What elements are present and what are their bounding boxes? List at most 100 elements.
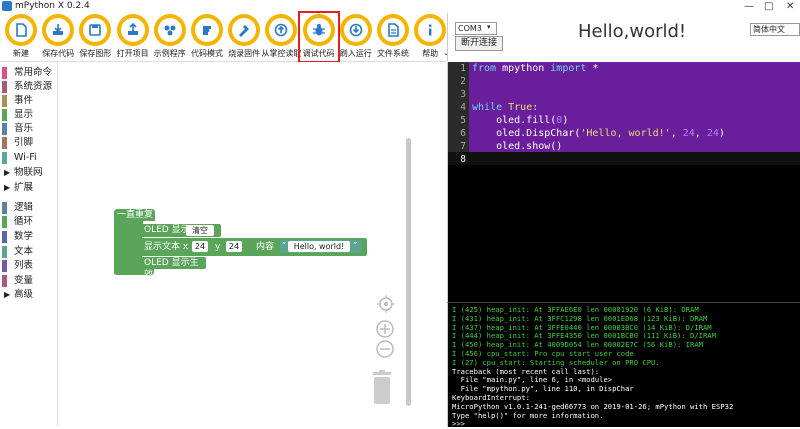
category-color-swatch — [2, 216, 7, 228]
serial-terminal[interactable]: I (425) heap_init: At 3FFAE6E0 len 00001… — [447, 302, 800, 429]
trash-icon[interactable] — [370, 370, 394, 406]
minimize-button[interactable]: — — [744, 0, 754, 13]
window-title: mPython X 0.2.4 — [15, 1, 90, 11]
x-value-input[interactable]: 24 — [192, 241, 208, 252]
category-item[interactable]: 数学 — [0, 230, 57, 244]
zoom-in-icon[interactable] — [376, 320, 394, 338]
category-item[interactable]: Wi-Fi — [0, 151, 57, 165]
category-label: Wi-Fi — [14, 152, 37, 163]
category-label: 事件 — [14, 95, 34, 106]
terminal-output-line: >>> — [452, 419, 465, 429]
debug-icon — [302, 14, 335, 46]
open-quote-icon: “ — [282, 241, 287, 250]
oled-commit-block[interactable]: OLED 显示生效 — [141, 257, 206, 280]
category-label: 扩展 — [14, 182, 34, 193]
clear-dropdown[interactable]: 清空 — [186, 225, 214, 236]
category-color-swatch — [2, 275, 7, 287]
app-logo-icon — [2, 1, 12, 11]
category-item[interactable]: 变量 — [0, 274, 57, 288]
flash-run-icon — [339, 14, 372, 46]
category-item[interactable]: 显示 — [0, 108, 57, 122]
category-color-swatch — [2, 67, 7, 79]
line-number: 1 — [460, 63, 466, 74]
category-item[interactable]: ▶ 物联网 — [0, 166, 57, 180]
category-label: 高级 — [14, 289, 34, 300]
category-label: 引脚 — [14, 137, 34, 148]
terminal-log-line: I (431) heap_init: At 3FFC1298 len 0001E… — [452, 313, 708, 323]
category-color-swatch — [2, 231, 7, 243]
terminal-output-line: KeyboardInterrupt: — [452, 393, 530, 402]
y-value-input[interactable]: 24 — [226, 241, 242, 252]
help-button[interactable]: 帮助⌄ — [411, 13, 449, 61]
recenter-icon[interactable] — [376, 294, 396, 314]
disconnect-button[interactable]: 断开连接 — [455, 36, 503, 51]
terminal-log-line: I (456) cpu_start: Pro cpu start user co… — [452, 349, 634, 358]
block-category-sidebar: 常用命令 系统资源 事件 显示 音乐 引脚 Wi-Fi ▶ 物联网 ▶ 扩展 逻辑 循环 数学 文本 列表 变量… — [0, 62, 58, 426]
category-item[interactable]: 列表 — [0, 259, 57, 273]
code-mode-icon — [191, 14, 223, 46]
expand-triangle-icon: ▶ — [4, 290, 11, 299]
file-system-icon — [377, 14, 409, 46]
category-item[interactable]: 文本 — [0, 245, 57, 259]
category-label: 数学 — [14, 231, 34, 242]
category-item[interactable]: 事件 — [0, 94, 57, 108]
category-item[interactable]: 常用命令 — [0, 66, 57, 80]
terminal-log-line: I (27) cpu_start: Starting scheduler on … — [452, 357, 660, 367]
banner-text: Hello,world! — [578, 21, 687, 42]
content-label: 内容 — [256, 242, 275, 252]
category-item[interactable]: 系统资源 — [0, 80, 57, 94]
help-icon — [414, 14, 447, 46]
line-number: 5 — [460, 115, 466, 126]
expand-triangle-icon: ▶ — [4, 168, 11, 177]
workspace-scrollbar[interactable] — [406, 138, 411, 406]
maximize-button[interactable]: □ — [764, 0, 773, 13]
line-number: 3 — [460, 89, 466, 100]
code-line: oled.show() — [472, 141, 563, 152]
current-line — [448, 152, 800, 165]
category-label: 物联网 — [14, 167, 43, 178]
terminal-output-line: MicroPython v1.0.1-241-ged66773 on 2019-… — [452, 401, 734, 411]
code-line: oled.fill(0) — [472, 115, 569, 126]
oled-show-label: OLED 显示 — [144, 225, 190, 235]
category-item[interactable]: ▶ 高级 — [0, 288, 57, 302]
language-select[interactable]: 简体中文 — [750, 23, 800, 36]
forever-block-header[interactable]: 一直重复 — [114, 209, 155, 221]
show-text-block[interactable]: 显示文本 x 24 y 24 内容 “ Hello, world! ” — [141, 238, 367, 256]
close-quote-icon: ” — [353, 241, 358, 250]
show-text-label: 显示文本 x — [144, 242, 189, 252]
category-item[interactable]: 循环 — [0, 215, 57, 229]
category-label: 系统资源 — [14, 81, 53, 92]
zoom-out-icon[interactable] — [376, 340, 394, 358]
line-number: 6 — [460, 128, 466, 139]
category-item[interactable]: 逻辑 — [0, 201, 57, 215]
examples-icon — [153, 14, 186, 46]
category-label: 逻辑 — [14, 202, 34, 213]
category-item[interactable]: 引脚 — [0, 136, 57, 150]
text-block[interactable]: “ Hello, world! ” — [280, 240, 362, 253]
code-editor[interactable]: 1 2 3 4 5 6 7 8 from mpython import * while True… — [447, 62, 800, 302]
category-item[interactable]: 音乐 — [0, 122, 57, 136]
open-project-icon — [116, 14, 149, 46]
category-color-swatch — [2, 123, 7, 135]
code-line: from mpython import * — [472, 63, 599, 74]
text-value-input[interactable]: Hello, world! — [288, 241, 350, 252]
flash-firmware-icon — [228, 14, 261, 46]
category-color-swatch — [2, 109, 7, 121]
block-workspace[interactable]: 一直重复 执行 OLED 显示 清空 显示文本 x 24 y 24 内容 “ H… — [58, 62, 415, 426]
close-button[interactable]: ✕ — [786, 0, 794, 13]
chevron-down-icon: ▾ — [487, 23, 491, 31]
terminal-output-line: Type "help()" for more information. — [452, 410, 604, 420]
expand-triangle-icon: ▶ — [4, 183, 11, 192]
category-label: 文本 — [14, 246, 34, 257]
category-item[interactable]: ▶ 扩展 — [0, 181, 57, 195]
category-color-swatch — [2, 260, 7, 272]
connection-header: COM3 ▾ 断开连接 Hello,world! 简体中文 — [447, 13, 800, 61]
new-file-icon — [5, 14, 37, 46]
y-label: y — [215, 242, 221, 252]
category-color-swatch — [2, 81, 7, 93]
line-number: 7 — [460, 141, 466, 152]
category-label: 显示 — [14, 109, 34, 120]
line-number: 2 — [460, 76, 466, 87]
oled-clear-block[interactable]: OLED 显示 清空 — [141, 224, 221, 237]
main-toolbar: 新建 保存代码 保存图形 打开项目 示例程序 代码模式 烧录固件 从掌控读取 调试代码 刷入运行文… — [0, 11, 449, 63]
